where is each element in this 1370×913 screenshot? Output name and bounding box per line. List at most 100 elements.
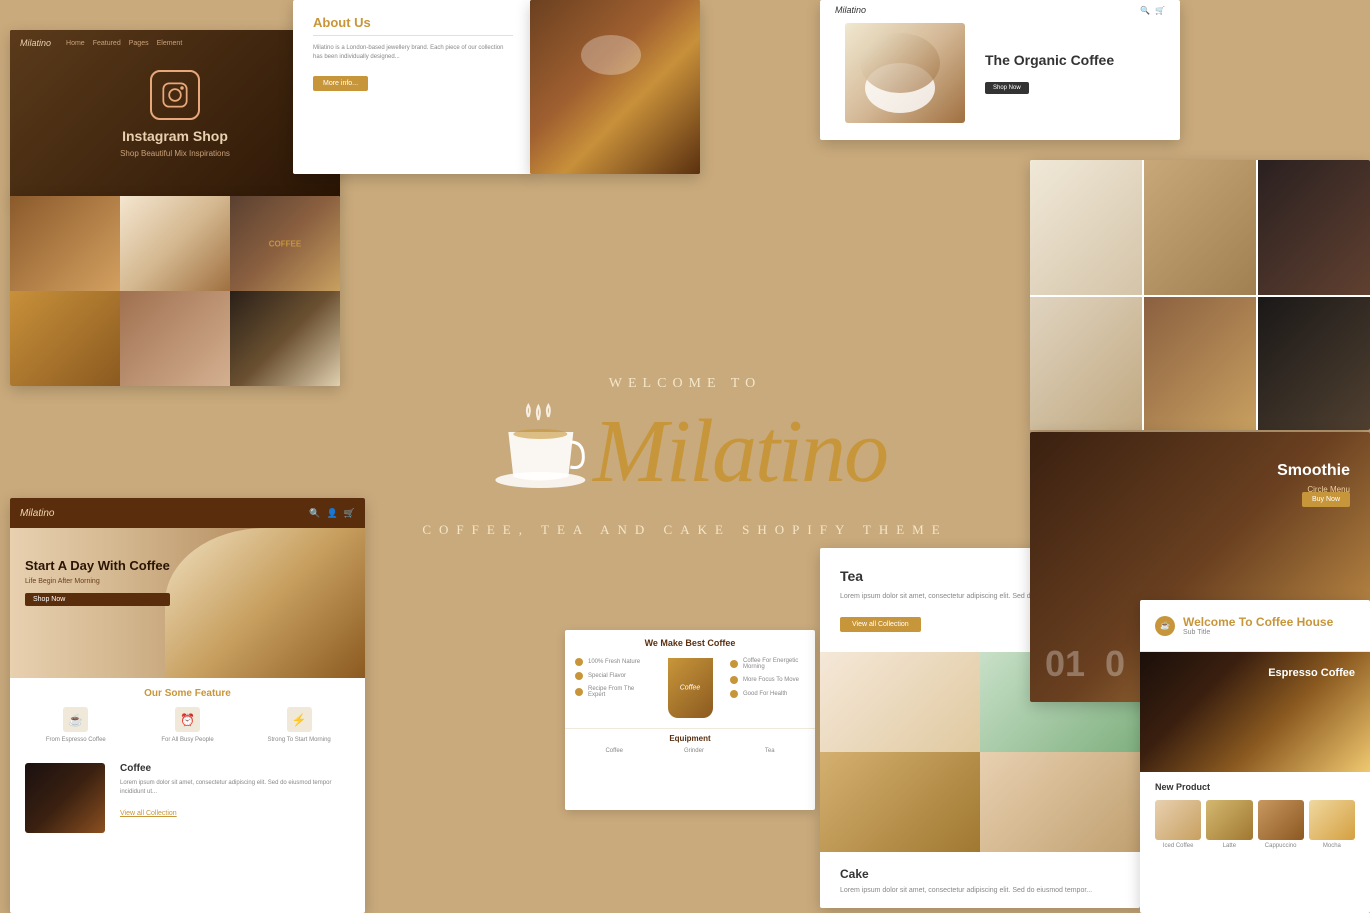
hero-subtitle: Life Begin After Morning: [25, 578, 170, 585]
coffee-info: Coffee Lorem ipsum dolor sit amet, conse…: [120, 763, 350, 833]
gallery-cell-2: [120, 196, 230, 291]
smoothie-button[interactable]: Buy Now: [1302, 492, 1350, 507]
grid-right-panel: [1030, 160, 1370, 430]
hero-text: Start A Day With Coffee Life Begin After…: [25, 558, 170, 606]
product-4[interactable]: Mocha: [1309, 800, 1355, 849]
welcome-text: WELCOME TO: [422, 376, 947, 392]
cart-icon[interactable]: 🛒: [1155, 6, 1165, 15]
feature-icon-1: ☕: [63, 707, 88, 732]
organic-nav-icons: 🔍 🛒: [1140, 6, 1165, 15]
product-3[interactable]: Cappuccino: [1258, 800, 1304, 849]
product-grid: Iced Coffee Latte Cappuccino Mocha: [1155, 800, 1355, 849]
shop-cart-icon[interactable]: 🛒: [344, 508, 355, 519]
gallery-cell-4: [10, 291, 120, 386]
nav-featured[interactable]: Featured: [93, 40, 121, 47]
gr-cell-4: [1030, 297, 1142, 430]
shop-hero: Start A Day With Coffee Life Begin After…: [10, 528, 365, 678]
tea-grid-1: [820, 652, 980, 752]
cf-cup: [660, 658, 720, 718]
organic-content: The Organic Coffee Shop Now: [985, 52, 1114, 94]
about-title: About Us: [313, 15, 513, 36]
cf-bottom: Equipment Coffee Grinder Tea: [565, 728, 815, 759]
cf-list-left: 100% Fresh Nature Special Flavor Recipe …: [575, 658, 650, 718]
gallery-cell-5: [120, 291, 230, 386]
shop-user-icon[interactable]: 👤: [327, 508, 338, 519]
gallery-cell-3: [230, 196, 340, 291]
hero-coffee-image: [165, 528, 365, 678]
shop-coffee-section: Coffee Lorem ipsum dolor sit amet, conse…: [10, 753, 365, 843]
coffee-house-panel: ☕ Welcome To Coffee House Sub Title Espr…: [1140, 600, 1370, 913]
cf-dot-5: [730, 676, 738, 684]
shop-logo: Milatino: [20, 508, 54, 519]
product-1[interactable]: Iced Coffee: [1155, 800, 1201, 849]
product-image-2: [1206, 800, 1252, 840]
tagline: COFFEE, TEA AND CAKE SHOPIFY THEME: [422, 522, 947, 538]
instagram-title: Instagram Shop: [122, 128, 228, 144]
cf-item-6: Good For Health: [730, 690, 805, 698]
new-products-title: New Product: [1155, 782, 1355, 792]
cake-title: Cake: [840, 867, 1120, 881]
gr-cell-5: [1144, 297, 1256, 430]
cf-title: We Make Best Coffee: [565, 630, 815, 653]
gr-cell-3: [1258, 160, 1370, 295]
about-button[interactable]: More info...: [313, 76, 368, 91]
cf-bottom-items: Coffee Grinder Tea: [575, 748, 805, 754]
coffee-house-title: Welcome To Coffee House: [1183, 615, 1333, 629]
coffee-house-logo: ☕ Welcome To Coffee House Sub Title: [1155, 615, 1355, 636]
shop-features-section: Our Some Feature ☕ From Espresso Coffee …: [10, 678, 365, 753]
feature-icon-3: ⚡: [287, 707, 312, 732]
coffee-link[interactable]: View all Collection: [120, 810, 177, 817]
instagram-subtitle: Shop Beautiful Mix Inspirations: [120, 148, 230, 159]
feature-1: ☕ From Espresso Coffee: [25, 707, 127, 743]
brand-name: Milatino: [593, 407, 887, 497]
cf-dot-2: [575, 672, 583, 680]
feature-2: ⏰ For All Busy People: [137, 707, 239, 743]
cf-dot-4: [730, 660, 738, 668]
tea-grid-4: [980, 752, 1140, 852]
coffee-cup-icon: [483, 402, 603, 502]
cf-text-2: Special Flavor: [588, 673, 626, 679]
about-body: Milatino is a London-based jewellery bra…: [313, 44, 513, 62]
cf-equipment-title: Equipment: [575, 734, 805, 743]
organic-logo: Milatino: [835, 5, 866, 15]
coffee-cup-shape: [668, 658, 713, 718]
coffee-features-panel: We Make Best Coffee 100% Fresh Nature Sp…: [565, 630, 815, 810]
hero-shop-btn[interactable]: Shop Now: [25, 593, 170, 606]
organic-coffee-image: [845, 23, 965, 123]
nav-home[interactable]: Home: [66, 40, 85, 47]
search-icon[interactable]: 🔍: [1140, 6, 1150, 15]
cf-item-grinder: Grinder: [684, 748, 704, 754]
new-products-section: New Product Iced Coffee Latte Cappuccino…: [1140, 772, 1370, 859]
product-2[interactable]: Latte: [1206, 800, 1252, 849]
main-shop-panel: Milatino 🔍 👤 🛒 Start A Day With Coffee L…: [10, 498, 365, 913]
cf-content: 100% Fresh Nature Special Flavor Recipe …: [565, 653, 815, 723]
center-hero: WELCOME TO Milatino COFFEE, TEA AND CAKE…: [422, 376, 947, 538]
cf-dot-6: [730, 690, 738, 698]
coffee-house-header: ☕ Welcome To Coffee House Sub Title: [1140, 600, 1370, 652]
tea-grid-3: [820, 752, 980, 852]
cf-dot-1: [575, 658, 583, 666]
product-image-4: [1309, 800, 1355, 840]
coffee-house-icon: ☕: [1155, 616, 1175, 636]
nav-pages[interactable]: Pages: [129, 40, 149, 47]
cf-text-3: Recipe From The Expert: [588, 686, 650, 698]
espresso-title: Espresso Coffee: [1268, 667, 1355, 679]
feature-icon-2: ⏰: [175, 707, 200, 732]
gallery-grid: [10, 196, 340, 386]
tea-button[interactable]: View all Collection: [840, 617, 921, 632]
cake-section: Cake Lorem ipsum dolor sit amet, consect…: [820, 852, 1140, 909]
insta-nav-items: Home Featured Pages Element: [66, 40, 182, 47]
product-label-3: Cappuccino: [1258, 843, 1304, 849]
cf-item-3: Recipe From The Expert: [575, 686, 650, 698]
organic-button[interactable]: Shop Now: [985, 82, 1029, 94]
shop-search-icon[interactable]: 🔍: [309, 508, 320, 519]
smoothie-title: Smoothie: [1277, 462, 1350, 480]
features-title: Our Some Feature: [25, 688, 350, 699]
cf-text-4: Coffee For Energetic Morning: [743, 658, 805, 670]
nav-element[interactable]: Element: [157, 40, 183, 47]
sm-num-1: 01: [1045, 646, 1085, 682]
grid-right: [1030, 160, 1370, 430]
gallery-grid-left: [10, 196, 340, 386]
main-background: WELCOME TO Milatino COFFEE, TEA AND CAKE…: [0, 0, 1370, 913]
smoothie-text: Smoothie Circle Menu: [1277, 462, 1350, 494]
